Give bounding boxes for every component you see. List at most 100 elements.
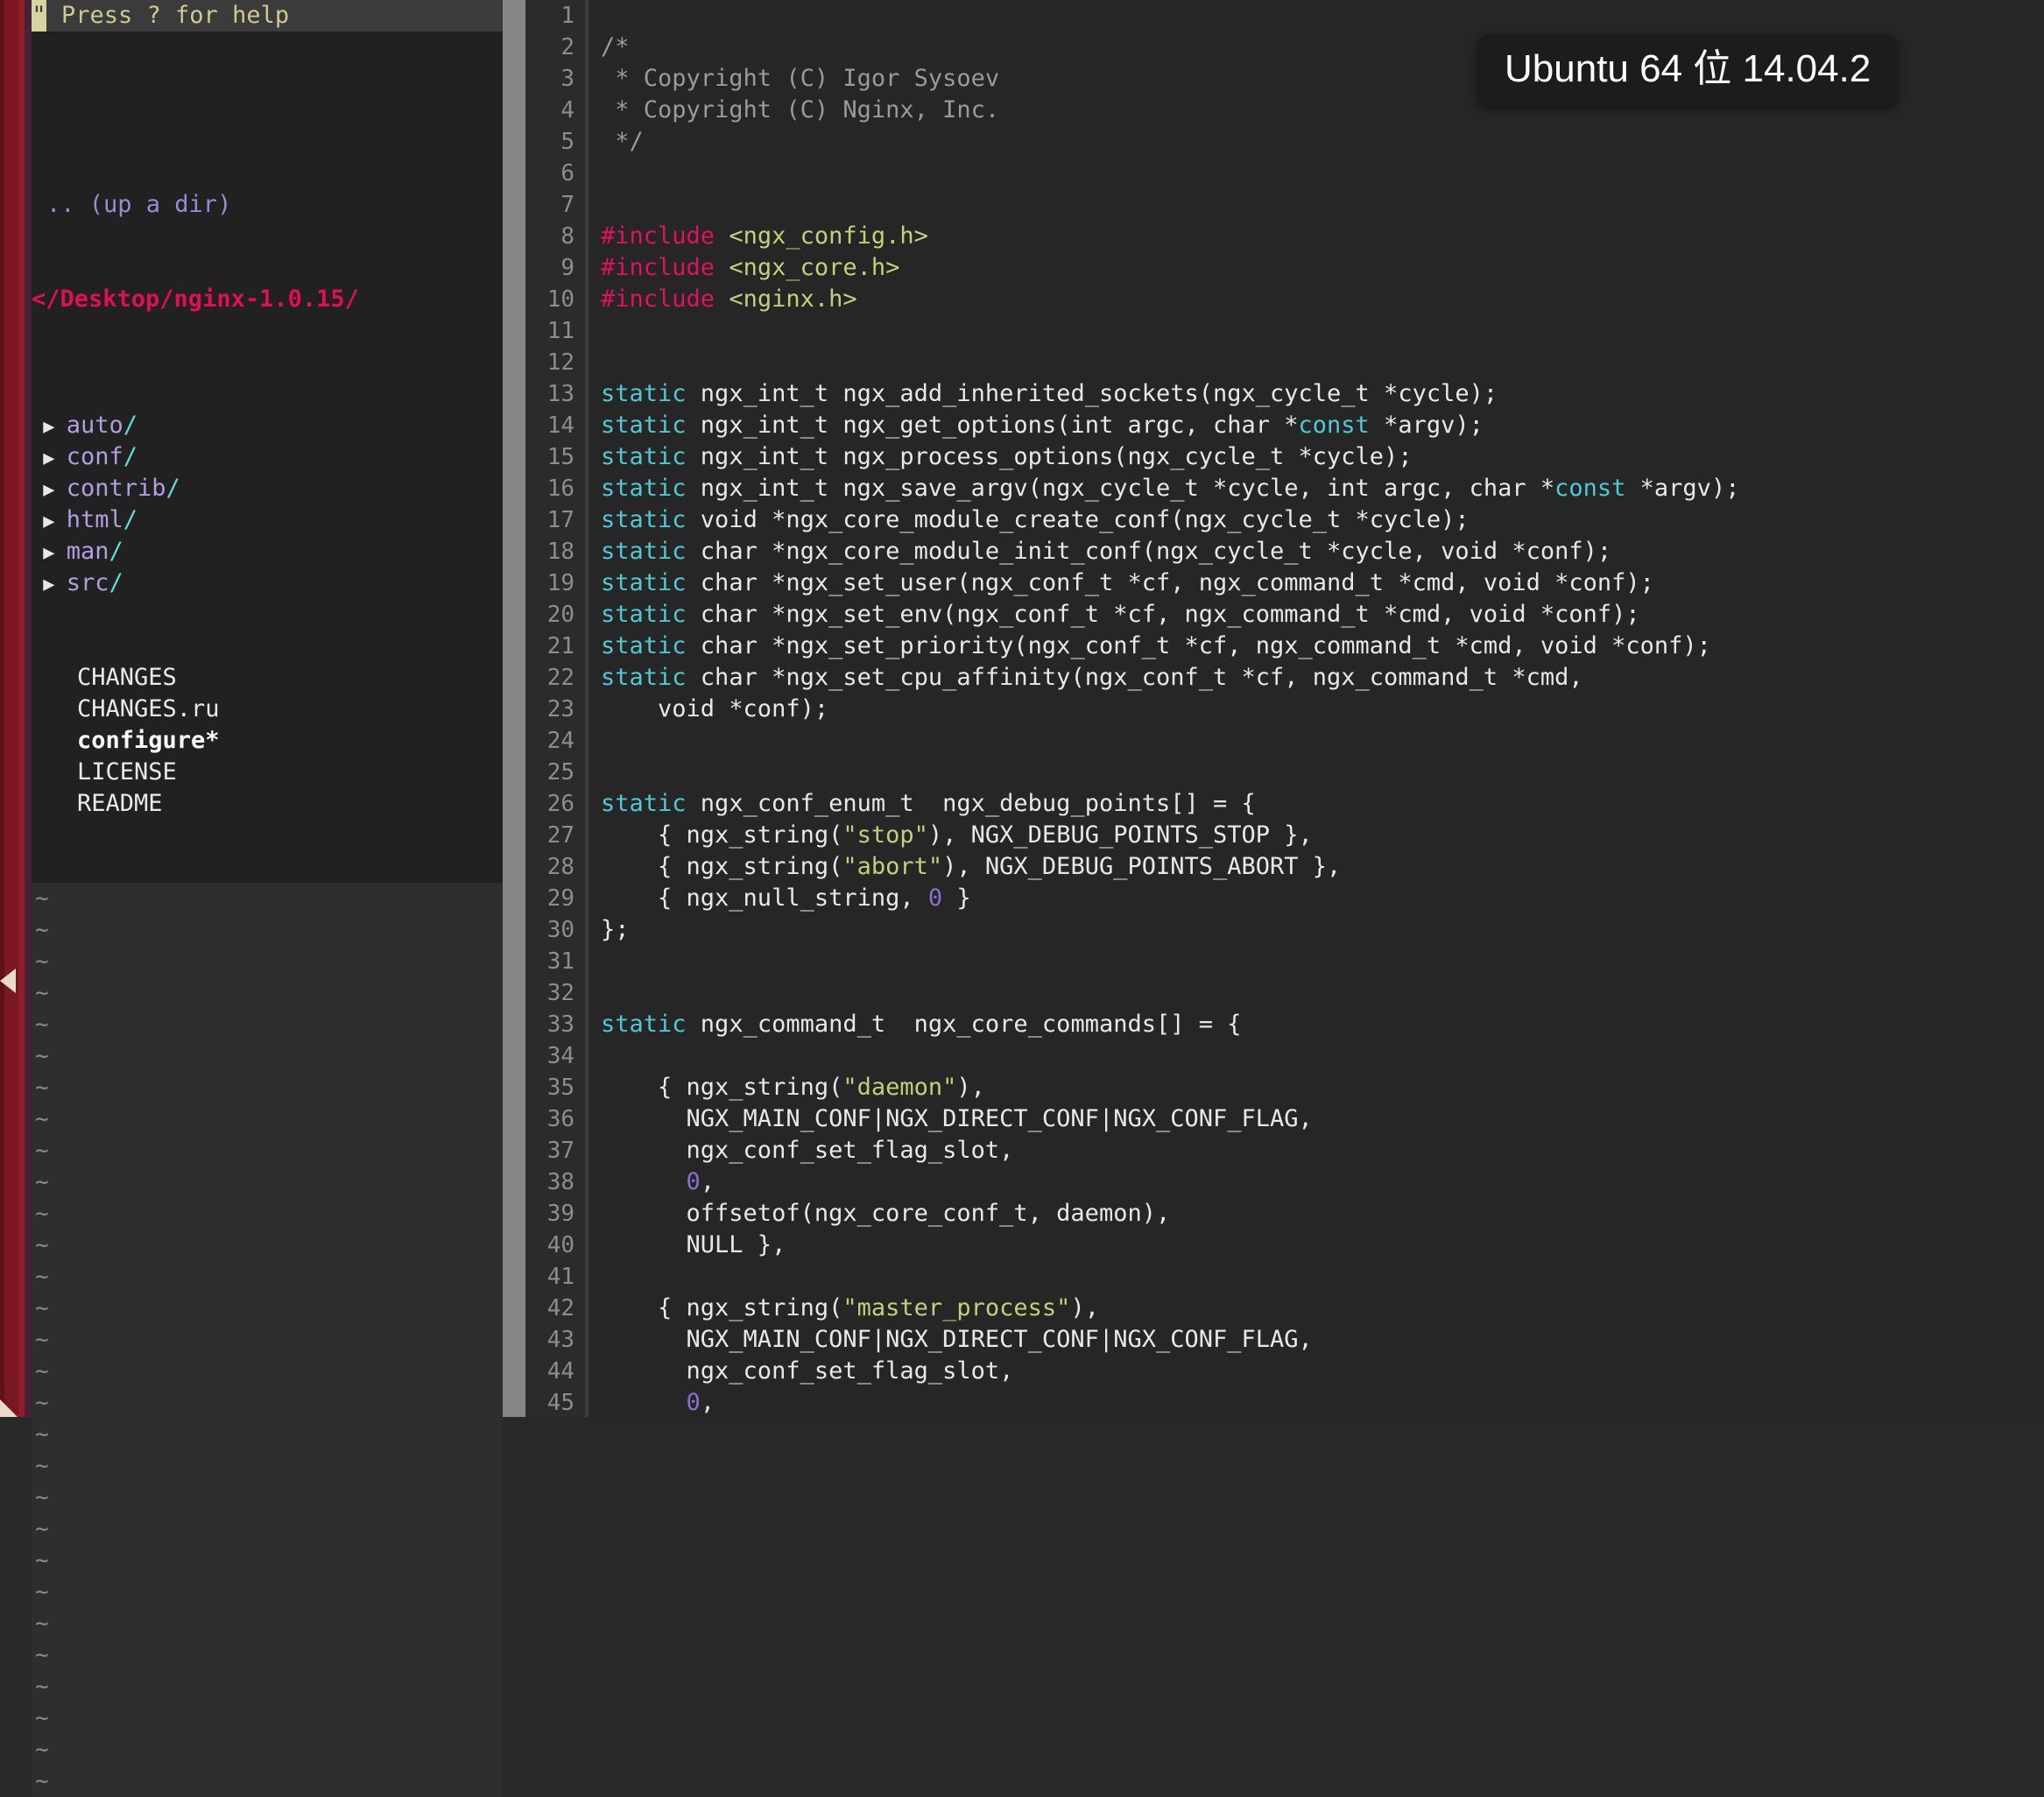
nerdtree-dir-contrib[interactable]: ▶ contrib/ [32,473,503,504]
line-number: 44 [546,1358,574,1385]
line-number: 32 [546,980,574,1006]
source-code-area[interactable]: /* * Copyright (C) Igor Sysoev * Copyrig… [585,0,2044,1417]
line-number: 23 [546,696,574,722]
nerdtree-file-LICENSE[interactable]: LICENSE [32,757,503,788]
code-token: static [601,601,687,628]
nerdtree-dir-label: contrib [66,475,166,502]
line-number: 28 [546,854,574,880]
nerdtree-file-label: README [77,790,163,817]
code-token: const [1298,412,1370,439]
nerdtree-dir-src[interactable]: ▶ src/ [32,567,503,599]
code-token: <ngx_core.h> [729,254,900,281]
code-token: ), NGX_DEBUG_POINTS_STOP }, [927,821,1313,849]
corner-marker-icon [0,1399,18,1417]
nerdtree-up-a-dir[interactable]: .. (up a dir) [32,189,503,221]
code-line: static ngx_conf_enum_t ngx_debug_points[… [589,788,2044,820]
edge-strip-maroon [4,0,18,1417]
chevron-right-icon: ▶ [32,447,67,469]
code-token: ngx_conf_set_flag_slot, [601,1357,1014,1385]
line-number: 38 [546,1169,574,1195]
code-token: { ngx_string( [601,1294,843,1321]
code-token: "abort" [842,853,943,880]
nerdtree-file-CHANGES[interactable]: CHANGES [32,662,503,694]
chevron-right-icon: ▶ [32,542,67,564]
nerdtree-file-label: LICENSE [77,758,177,786]
code-token: static [601,632,687,659]
code-token: *argv); [1369,412,1484,439]
line-number: 10 [546,286,574,313]
code-line: ngx_conf_set_flag_slot, [589,1356,2044,1387]
nerdtree-dir-label: auto [66,412,123,439]
code-token: { ngx_string( [601,821,843,849]
nerdtree-dir-conf[interactable]: ▶ conf/ [32,441,503,473]
edge-strip-highlight [18,0,25,1417]
window-split-bar[interactable] [503,0,525,1417]
line-number: 39 [546,1201,574,1227]
nerdtree-pane: " Press ? for help .. (up a dir) </Deskto… [32,0,503,1797]
nerdtree-dir-label: conf [66,443,123,470]
empty-line-marker: ~ [35,885,49,912]
line-number: 2 [560,34,574,60]
code-token: char *ngx_core_module_init_conf(ngx_cycl… [686,538,1612,565]
code-token: ngx_conf_set_flag_slot, [601,1137,1014,1164]
code-token: static [601,664,687,691]
code-line: #include <nginx.h> [589,284,2044,315]
line-number: 26 [546,791,574,817]
code-token: #include [601,254,715,281]
line-number: 31 [546,948,574,975]
nerdtree-file-label: configure* [77,727,220,754]
nerdtree-empty-lines: ~ ~ ~ ~ ~ ~ ~ ~ ~ ~ ~ ~ ~ ~ ~ ~ ~ ~ ~ ~ ~ ~ ~ ~ ~ ~ ~ ~ ~ [32,883,503,1797]
nerdtree-file-list: CHANGES CHANGES.ru configure* LICENSE README [32,662,503,820]
nerdtree-dir-auto[interactable]: ▶ auto/ [32,410,503,441]
empty-line-marker: ~ [35,1484,49,1511]
line-number: 1 [560,3,574,29]
nerdtree-dir-html[interactable]: ▶ html/ [32,504,503,536]
empty-line-marker: ~ [35,1610,49,1637]
code-token: static [601,443,687,470]
nerdtree-dir-man[interactable]: ▶ man/ [32,536,503,567]
code-line: static char *ngx_core_module_init_conf(n… [589,536,2044,567]
code-token: offsetof(ngx_core_conf_t, daemon), [601,1200,1171,1227]
line-number: 18 [546,539,574,565]
empty-line-marker: ~ [35,1043,49,1069]
nerdtree-file-label: CHANGES.ru [77,695,220,722]
line-number: 21 [546,633,574,659]
code-line: static void *ngx_core_module_create_conf… [589,504,2044,536]
empty-line-marker: ~ [35,1201,49,1227]
empty-line-marker: ~ [35,1295,49,1321]
code-line: { ngx_string("daemon"), [589,1072,2044,1103]
line-number: 17 [546,507,574,533]
empty-line-marker: ~ [35,1232,49,1258]
nerdtree-root-path[interactable]: </Desktop/nginx-1.0.15/ [32,284,503,315]
nerdtree-dir-slash: / [109,569,123,596]
line-number: 27 [546,822,574,849]
code-token: }; [601,916,630,943]
line-number: 37 [546,1138,574,1164]
code-line: { ngx_string("abort"), NGX_DEBUG_POINTS_… [589,851,2044,883]
nerdtree-file-CHANGES.ru[interactable]: CHANGES.ru [32,694,503,725]
code-token: ngx_int_t ngx_get_options(int argc, char… [686,412,1299,439]
line-number: 5 [560,129,574,155]
nerdtree-dir-slash: / [123,506,138,533]
code-line: { ngx_null_string, 0 } [589,883,2044,914]
nerdtree-help-header: " Press ? for help [32,0,503,32]
line-number: 19 [546,570,574,596]
code-line: */ [589,126,2044,158]
nerdtree-file-label: CHANGES [77,664,177,691]
code-token: "master_process" [842,1294,1071,1321]
line-number: 16 [546,476,574,502]
chevron-right-icon: ▶ [32,479,67,501]
code-token: NULL }, [601,1231,786,1258]
nerdtree-file-README[interactable]: README [32,788,503,820]
empty-line-marker: ~ [35,1642,49,1668]
code-line: static char *ngx_set_user(ngx_conf_t *cf… [589,567,2044,599]
code-line: #include <ngx_core.h> [589,252,2044,284]
nerdtree-file-configure*[interactable]: configure* [32,725,503,757]
line-number: 14 [546,412,574,439]
